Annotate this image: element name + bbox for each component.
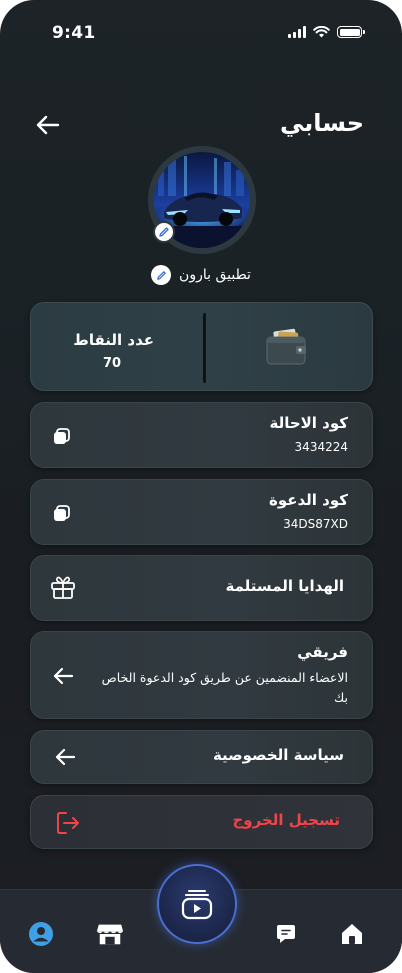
my-team-title: فريقي — [297, 643, 348, 661]
invite-code-title: كود الدعوة — [269, 491, 348, 509]
privacy-policy-card[interactable]: سياسة الخصوصية — [30, 730, 373, 784]
invite-code-card: كود الدعوة 34DS87XD — [30, 479, 373, 545]
referral-code-value: 3434224 — [294, 440, 348, 454]
referral-code-title: كود الاحالة — [269, 414, 348, 432]
wallet-icon — [266, 328, 306, 365]
privacy-policy-title: سياسة الخصوصية — [212, 746, 344, 764]
status-bar: 9:41 — [0, 0, 402, 60]
status-time: 9:41 — [52, 23, 96, 43]
wifi-icon — [313, 26, 330, 38]
app-screen: 9:41 حسابي تطبيق بارون عدد النقاط 70 كود… — [0, 0, 402, 973]
avatar-edit-button[interactable] — [153, 221, 175, 243]
page-title: حسابي — [279, 109, 364, 137]
nav-home[interactable] — [338, 920, 366, 948]
nav-chat[interactable] — [272, 920, 300, 948]
logout-title: تسجيل الخروج — [232, 811, 341, 829]
logout-card[interactable]: تسجيل الخروج — [30, 795, 373, 849]
profile-name: تطبيق بارون — [179, 267, 251, 283]
points-label: عدد النقاط — [73, 331, 154, 349]
name-edit-button[interactable] — [151, 265, 172, 285]
points-card: عدد النقاط 70 — [30, 302, 373, 391]
received-gifts-card[interactable]: الهدايا المستلمة — [30, 555, 373, 621]
status-icons — [288, 26, 365, 38]
arrow-left-icon — [53, 667, 74, 685]
gift-icon — [51, 576, 75, 599]
battery-icon — [337, 26, 365, 38]
back-arrow-icon[interactable] — [34, 111, 62, 139]
pencil-icon — [156, 270, 166, 280]
profile-name-row: تطبيق بارون — [0, 265, 402, 285]
points-value: 70 — [103, 356, 122, 371]
logout-icon — [57, 812, 79, 834]
chat-icon — [277, 925, 295, 943]
my-team-subtitle: الاعضاء المنضمين عن طريق كود الدعوة الخا… — [101, 670, 348, 705]
my-team-card[interactable]: فريقي الاعضاء المنضمين عن طريق كود الدعو… — [30, 631, 373, 719]
pencil-icon — [159, 227, 169, 237]
divider — [203, 313, 206, 383]
copy-icon[interactable] — [51, 426, 73, 448]
arrow-left-icon — [55, 748, 76, 766]
signal-icon — [288, 26, 306, 38]
nav-profile[interactable] — [27, 920, 55, 948]
videos-icon — [181, 890, 213, 920]
invite-code-value: 34DS87XD — [283, 517, 348, 531]
copy-icon[interactable] — [51, 503, 73, 525]
videos-fab-button[interactable] — [157, 864, 237, 944]
store-icon — [96, 924, 124, 945]
page-header: حسابي — [0, 105, 402, 145]
nav-store[interactable] — [96, 920, 124, 948]
home-icon — [342, 924, 362, 944]
profile-icon — [29, 922, 53, 946]
received-gifts-title: الهدايا المستلمة — [225, 577, 344, 595]
referral-code-card: كود الاحالة 3434224 — [30, 402, 373, 468]
